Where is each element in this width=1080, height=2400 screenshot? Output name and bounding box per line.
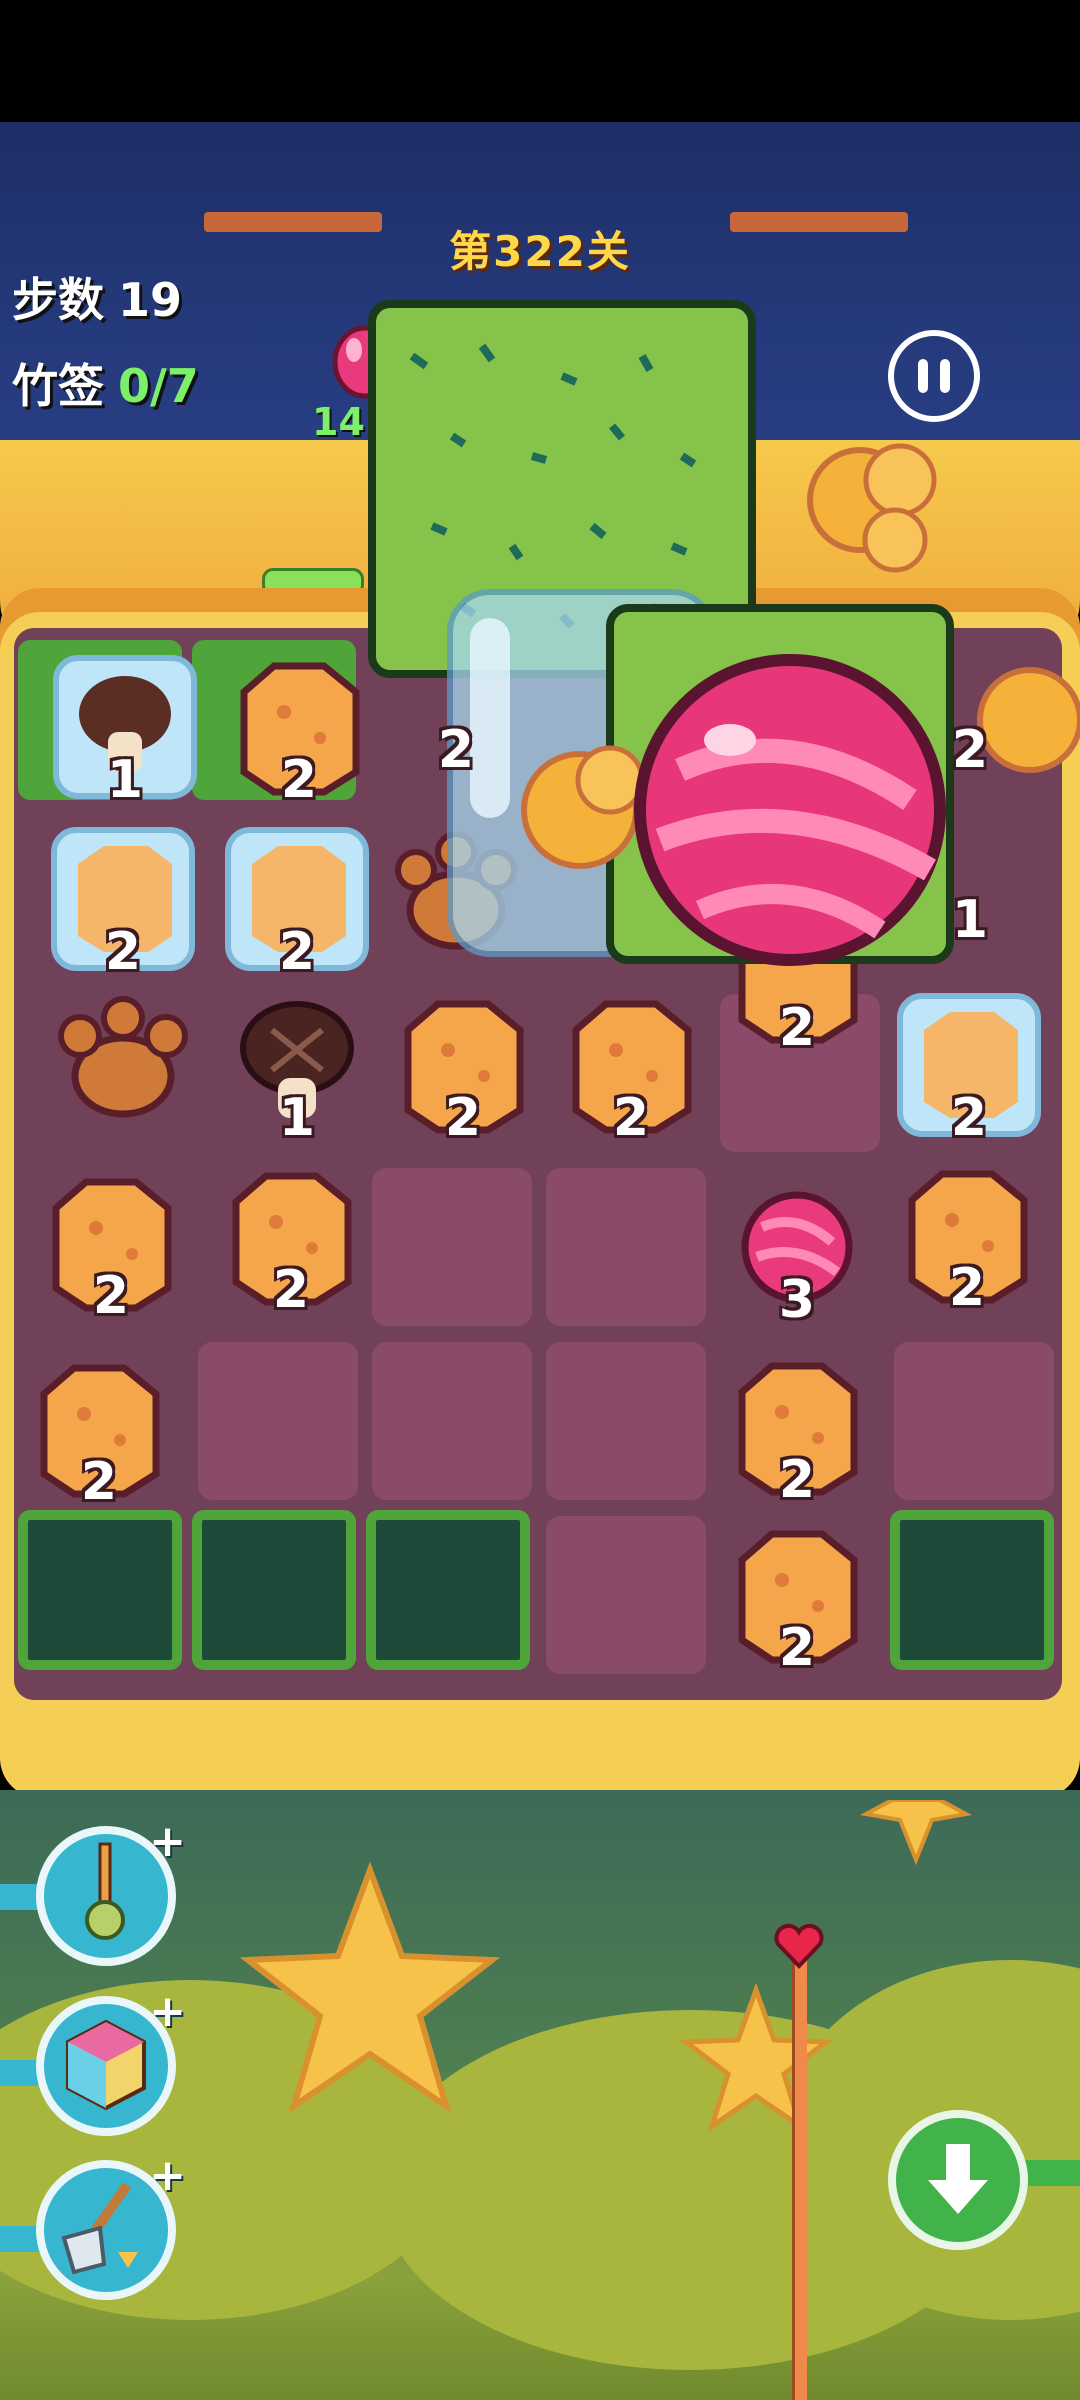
sponge-tile[interactable]: 2 bbox=[36, 1168, 186, 1326]
tile-number: 2 bbox=[278, 922, 316, 982]
board-cell[interactable] bbox=[546, 1168, 706, 1326]
burst-effect-icon bbox=[807, 443, 937, 573]
board-cell[interactable] bbox=[894, 1342, 1054, 1500]
drop-down-button[interactable] bbox=[888, 2110, 1028, 2250]
status-bar bbox=[0, 0, 1080, 122]
moves-label: 步数 bbox=[12, 273, 104, 327]
game-screen: 第322关 步数 19 竹签 0/7 14 1 2 2 2 1 2 2 2 2 … bbox=[0, 0, 1080, 2400]
pin-tool-button[interactable]: + bbox=[36, 1816, 186, 1966]
pause-bar-left bbox=[918, 359, 928, 393]
sponge-tile[interactable]: 2 bbox=[892, 1160, 1042, 1318]
tile-number: 2 bbox=[272, 1260, 310, 1320]
tile-number: 2 bbox=[280, 750, 318, 810]
tile-number: 1 bbox=[278, 1088, 316, 1148]
shovel-tool-button[interactable]: + bbox=[36, 2150, 186, 2300]
tile-number: 2 bbox=[444, 1088, 482, 1148]
sponge-tile[interactable]: 2 bbox=[24, 1354, 174, 1512]
star-icon bbox=[859, 1800, 973, 1866]
pause-bar-right bbox=[940, 359, 950, 393]
tile-number: 2 bbox=[92, 1266, 130, 1326]
sponge-ice-tile[interactable]: 2 bbox=[48, 824, 198, 982]
tile-number: 2 bbox=[778, 998, 816, 1058]
add-icon: + bbox=[149, 1986, 186, 2037]
grass-block[interactable] bbox=[18, 1510, 182, 1670]
tile-number: 2 bbox=[612, 1088, 650, 1148]
goal-label: 竹签 bbox=[12, 359, 104, 413]
sponge-tile[interactable]: 2 bbox=[722, 1520, 872, 1678]
goal-count: 14 bbox=[312, 400, 365, 444]
down-arrow-icon bbox=[928, 2144, 988, 2214]
grass-block[interactable] bbox=[366, 1510, 530, 1670]
grass-block[interactable] bbox=[890, 1510, 1054, 1670]
tile-number: 2 bbox=[948, 1258, 986, 1318]
tile-number: 1 bbox=[951, 890, 989, 950]
goal-pole bbox=[792, 1960, 807, 2400]
tile-number: 2 bbox=[778, 1450, 816, 1510]
sponge-ice-tile[interactable]: 2 bbox=[222, 824, 372, 982]
tile-number: 2 bbox=[80, 1452, 118, 1512]
heart-icon bbox=[774, 1923, 824, 1969]
mushroom-ice-tile[interactable]: 1 bbox=[50, 652, 200, 810]
sponge-tile[interactable]: 2 bbox=[388, 990, 538, 1148]
sponge-tile[interactable]: 2 bbox=[216, 1162, 366, 1320]
moves-value: 19 bbox=[118, 273, 183, 327]
board-cell[interactable] bbox=[198, 1342, 358, 1500]
cube-tool-button[interactable]: + bbox=[36, 1986, 186, 2136]
sponge-tile[interactable]: 2 bbox=[722, 1352, 872, 1510]
moves-counter: 步数 19 bbox=[12, 264, 182, 330]
star-icon bbox=[678, 1984, 834, 2133]
paw-icon[interactable] bbox=[48, 984, 198, 1134]
tile-number: 2 bbox=[437, 720, 475, 780]
tile-number: 2 bbox=[104, 922, 142, 982]
rail-left bbox=[204, 212, 382, 232]
board-cell[interactable] bbox=[546, 1342, 706, 1500]
rail-right bbox=[730, 212, 908, 232]
pause-button[interactable] bbox=[888, 330, 980, 422]
goal-value: 0/7 bbox=[118, 359, 199, 413]
board-cell[interactable] bbox=[546, 1516, 706, 1674]
sponge-tile[interactable]: 2 bbox=[556, 990, 706, 1148]
sponge-ice-tile[interactable]: 2 bbox=[894, 990, 1044, 1148]
tile-number: 2 bbox=[778, 1618, 816, 1678]
big-candy-icon bbox=[634, 654, 946, 966]
tile-number: 2 bbox=[951, 720, 989, 780]
candy-tile[interactable]: 3 bbox=[722, 1172, 872, 1330]
tile-number: 3 bbox=[778, 1270, 816, 1330]
tile-number: 1 bbox=[106, 750, 144, 810]
level-title: 第322关 bbox=[449, 227, 631, 276]
board-cell[interactable] bbox=[372, 1168, 532, 1326]
star-icon bbox=[239, 1861, 501, 2114]
sponge-tile[interactable]: 2 bbox=[224, 652, 374, 810]
goal-counter: 竹签 0/7 bbox=[12, 350, 199, 416]
board-cell[interactable] bbox=[372, 1342, 532, 1500]
add-icon: + bbox=[149, 1816, 186, 1867]
grass-block[interactable] bbox=[192, 1510, 356, 1670]
tile-number: 2 bbox=[950, 1088, 988, 1148]
add-icon: + bbox=[149, 2150, 186, 2201]
mushroom-tile[interactable]: 1 bbox=[222, 990, 372, 1148]
